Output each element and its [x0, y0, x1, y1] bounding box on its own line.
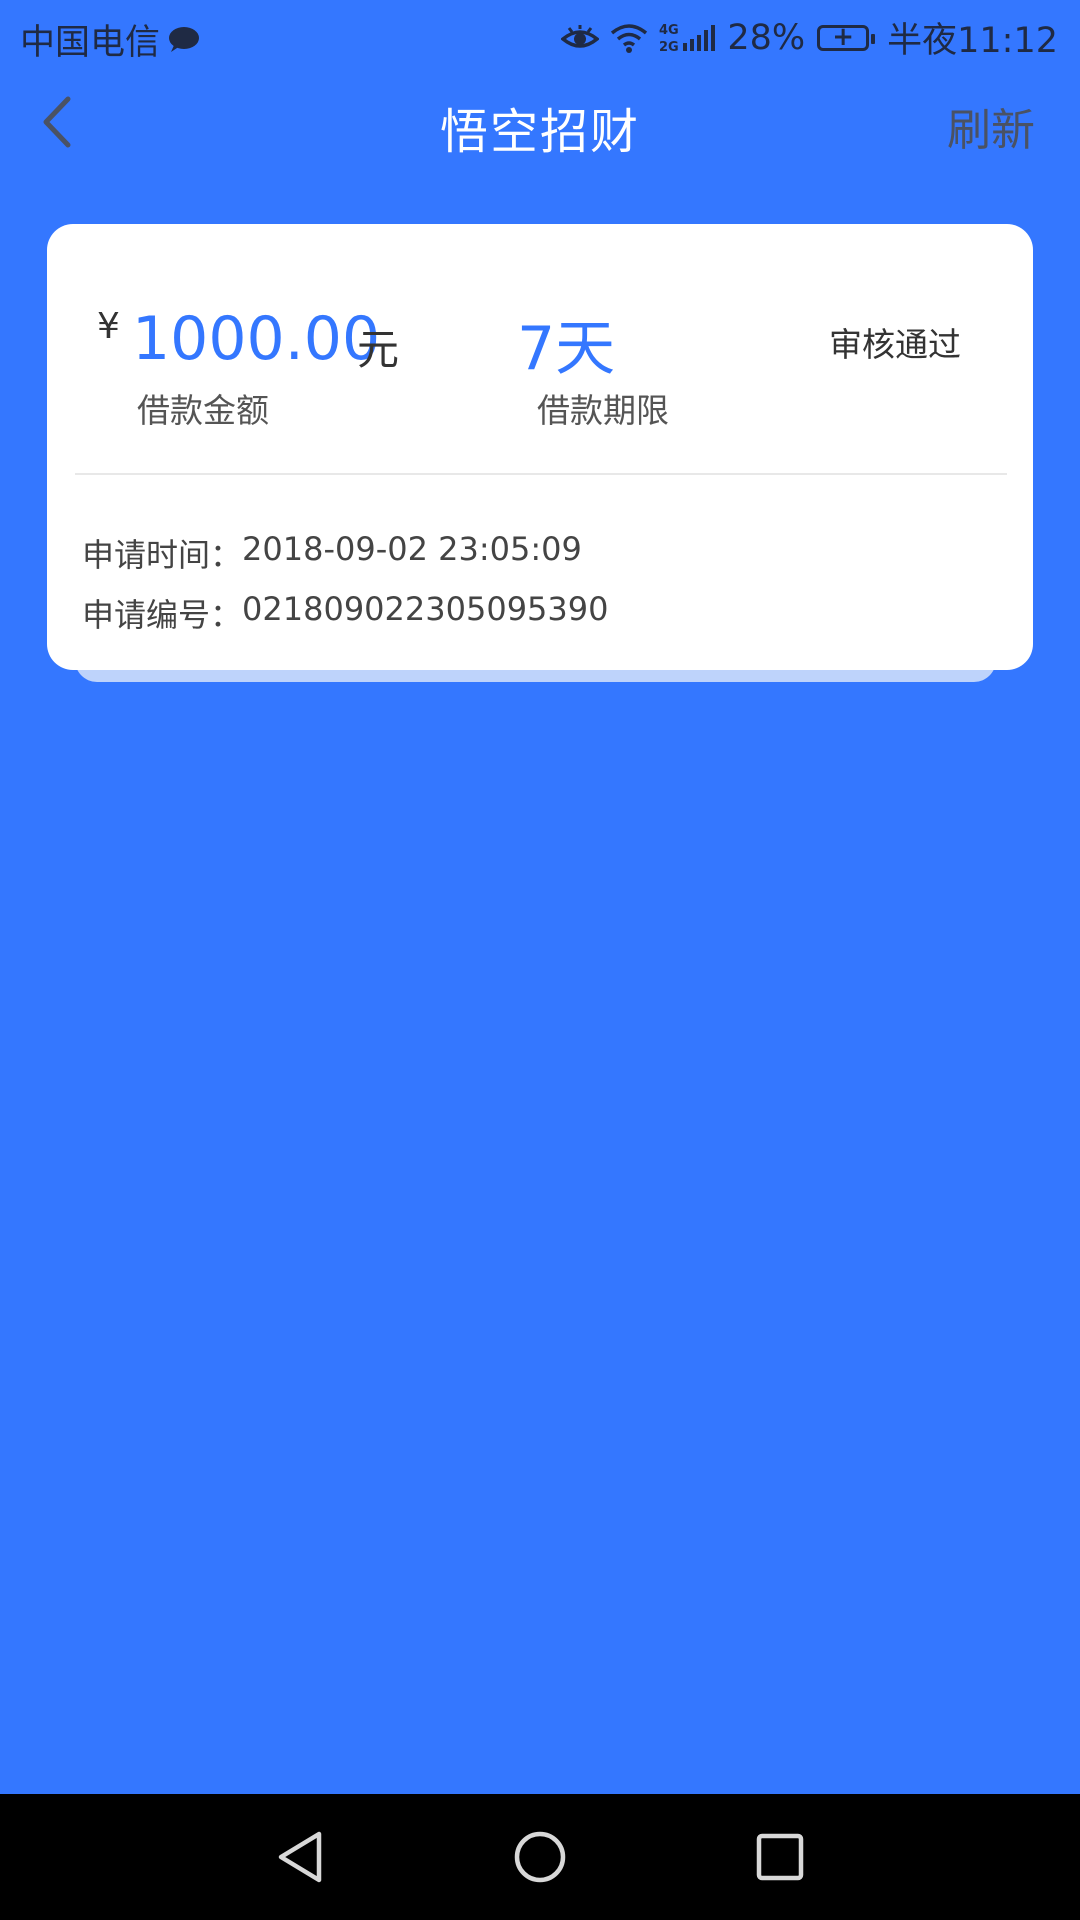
- wifi-icon: [609, 22, 649, 54]
- header: 悟空招财 刷新: [0, 72, 1080, 172]
- battery-percent: 28%: [727, 17, 806, 58]
- clock: 半夜11:12: [887, 21, 1058, 61]
- apply-time-label: 申请时间：: [82, 536, 243, 574]
- eye-icon: [561, 23, 600, 53]
- apply-number-label: 申请编号：: [82, 596, 243, 634]
- loan-term: 7天: [517, 314, 616, 384]
- back-triangle-icon: [278, 1831, 322, 1883]
- loan-term-label: 借款期限: [537, 391, 669, 430]
- refresh-button[interactable]: 刷新: [947, 94, 1035, 158]
- loan-amount: 1000.00: [132, 304, 381, 374]
- signal-icon: 4G 2G: [659, 21, 717, 55]
- home-circle-icon: [514, 1831, 566, 1883]
- currency-symbol: ¥: [97, 306, 120, 347]
- apply-number-row: 申请编号： 021809022305095390: [82, 590, 608, 636]
- amount-unit: 元: [357, 325, 400, 374]
- status-right: 4G 2G 28% + 半夜11:12: [551, 12, 1058, 63]
- chat-icon: [169, 26, 200, 52]
- system-back-button[interactable]: [270, 1827, 330, 1887]
- system-home-button[interactable]: [510, 1827, 570, 1887]
- carrier-name: 中国电信: [20, 23, 161, 63]
- page-title: 悟空招财: [439, 104, 640, 160]
- battery-icon: +: [817, 22, 876, 52]
- system-nav-bar: [0, 1794, 1080, 1920]
- apply-time-value: 2018-09-02 23:05:09: [242, 530, 582, 568]
- apply-number-value: 021809022305095390: [242, 590, 609, 628]
- loan-amount-label: 借款金额: [137, 391, 269, 430]
- svg-text:4G: 4G: [659, 23, 679, 38]
- system-recents-button[interactable]: [750, 1827, 810, 1887]
- loan-card[interactable]: ¥ 1000.00 元 借款金额 7天 借款期限 审核通过 申请时间： 2018…: [47, 224, 1033, 670]
- status-left: 中国电信: [20, 14, 200, 65]
- svg-text:2G: 2G: [659, 40, 679, 55]
- status-bar: 中国电信 4G 2G 28% + 半夜11:12: [0, 0, 1080, 72]
- divider: [75, 473, 1007, 475]
- recents-square-icon: [756, 1833, 804, 1881]
- apply-time-row: 申请时间： 2018-09-02 23:05:09: [82, 530, 582, 576]
- status-badge: 审核通过: [829, 325, 961, 364]
